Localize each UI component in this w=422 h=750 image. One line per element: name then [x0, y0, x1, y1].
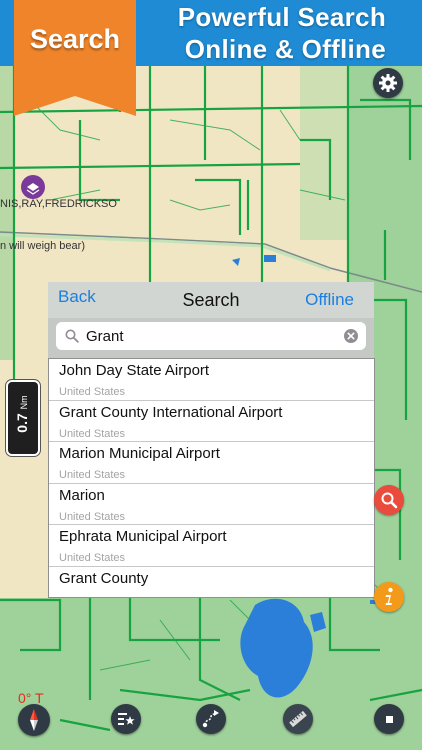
info-button[interactable] [374, 582, 404, 612]
route-icon [202, 710, 219, 728]
ruler-icon [289, 710, 307, 728]
settings-button[interactable] [373, 68, 403, 98]
result-row[interactable]: John Day State Airport United States [49, 359, 374, 401]
magnifier-icon [381, 492, 398, 509]
stop-button[interactable] [374, 704, 404, 734]
result-row[interactable]: Marion Municipal Airport United States [49, 442, 374, 484]
compass-button[interactable] [18, 704, 50, 736]
search-input[interactable] [86, 326, 336, 346]
result-country: United States [59, 552, 126, 565]
layers-icon [21, 175, 45, 199]
map-note-label: n will weigh bear) [0, 240, 85, 252]
offline-button[interactable]: Offline [305, 290, 354, 310]
scale-value: 0.7 [14, 413, 30, 433]
result-country: United States [59, 510, 126, 523]
result-country: United States [59, 427, 126, 440]
route-button[interactable] [196, 704, 226, 734]
star-list-icon [118, 713, 135, 725]
map-place-label: NIS,RAY,FREDRICKSO [0, 198, 117, 210]
stop-icon [385, 715, 393, 723]
measure-button[interactable] [283, 704, 313, 734]
result-row[interactable]: Ephrata Municipal Airport United States [49, 525, 374, 567]
compass-icon [30, 709, 38, 731]
map-search-button[interactable] [374, 485, 404, 515]
search-results-list: John Day State Airport United States Gra… [48, 358, 375, 598]
result-name: Grant County [59, 569, 149, 587]
result-row[interactable]: Marion United States [49, 484, 374, 526]
scale-indicator: 0.7 Nm [6, 380, 40, 456]
result-row[interactable]: Grant County International Airport Unite… [49, 401, 374, 443]
search-badge [14, 0, 136, 116]
result-name: John Day State Airport [59, 362, 210, 379]
search-bar [48, 318, 374, 358]
info-icon [385, 587, 393, 605]
search-icon [65, 329, 79, 343]
result-name: Marion Municipal Airport [59, 445, 220, 463]
favorites-button[interactable] [111, 704, 141, 734]
result-name: Ephrata Municipal Airport [59, 528, 227, 546]
gear-icon [379, 74, 397, 92]
result-row[interactable]: Grant County [49, 567, 374, 597]
search-panel-header: Search Back Offline [48, 282, 374, 318]
result-country: United States [59, 469, 126, 482]
search-field[interactable] [56, 322, 366, 350]
back-button[interactable]: Back [58, 287, 96, 307]
result-name: Marion [59, 486, 105, 504]
result-name: Grant County International Airport [59, 403, 283, 421]
layers-marker[interactable] [21, 175, 45, 199]
result-country: United States [59, 386, 126, 398]
search-badge-label: Search [29, 24, 121, 54]
clear-icon[interactable] [344, 329, 358, 343]
scale-unit: Nm [19, 395, 29, 410]
